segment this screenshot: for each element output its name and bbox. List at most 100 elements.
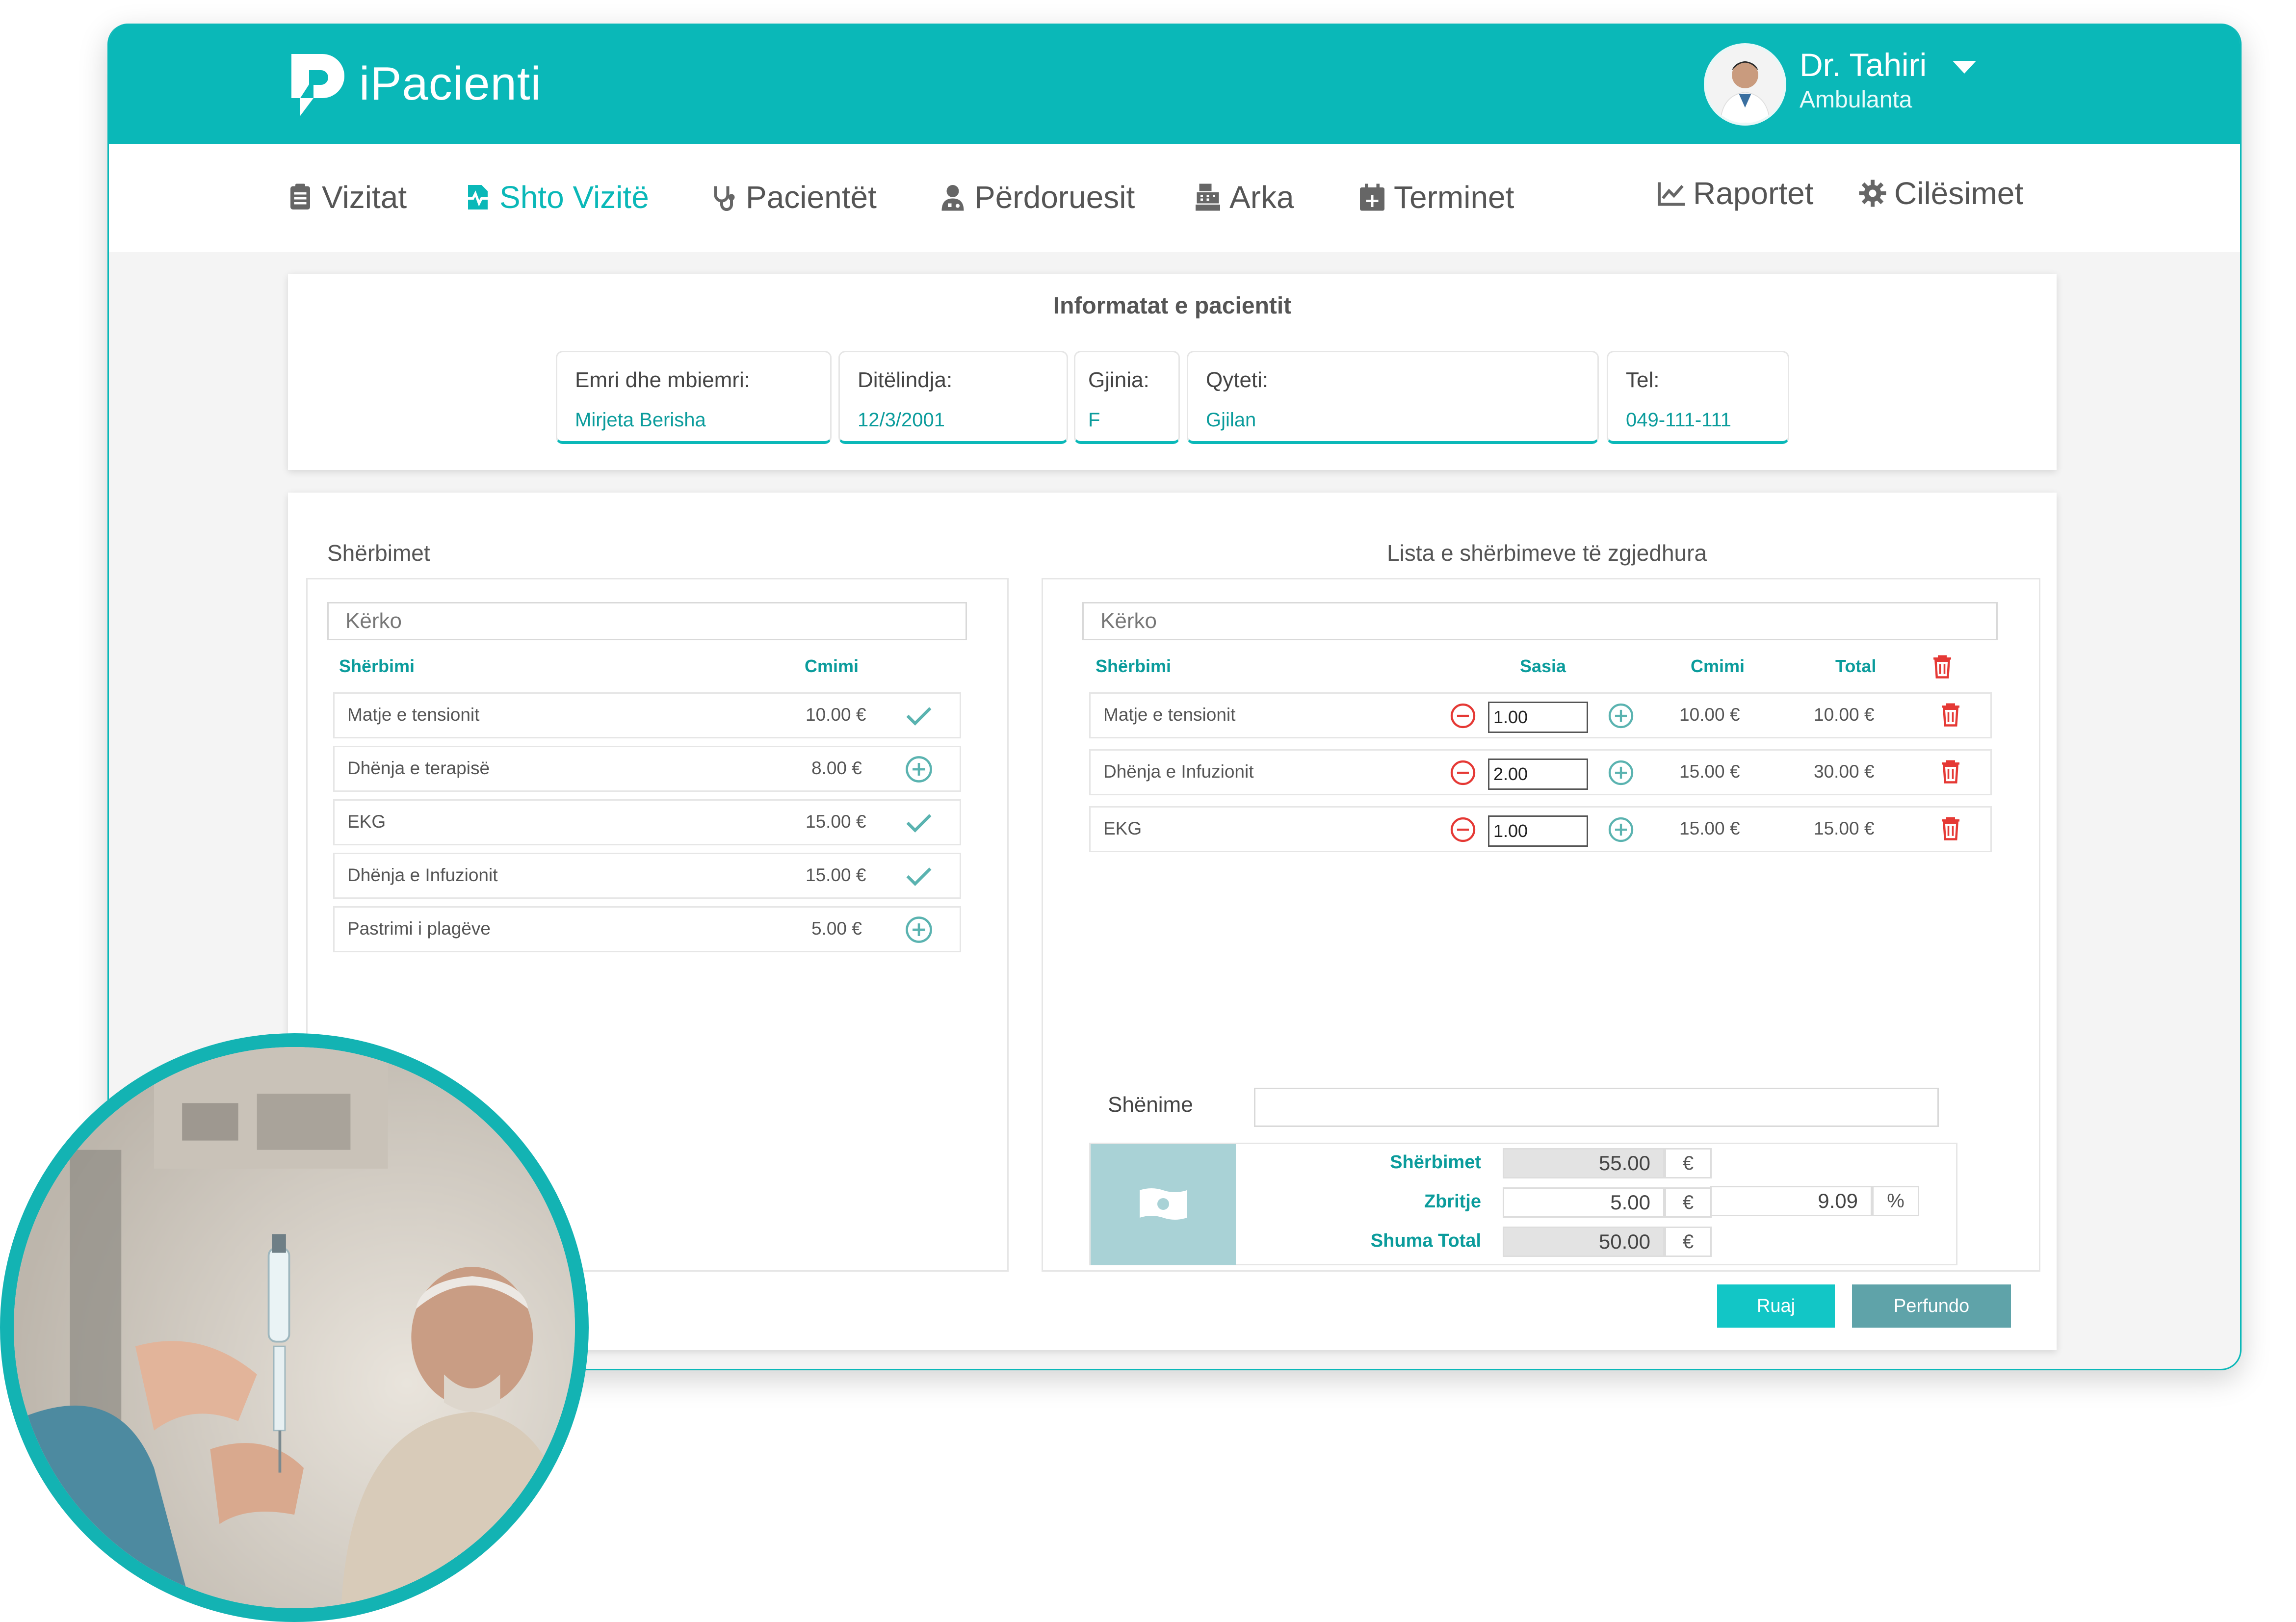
- notes-input[interactable]: [1254, 1088, 1939, 1127]
- col-price: Cmimi: [1691, 656, 1745, 676]
- check-icon[interactable]: [904, 808, 934, 838]
- services-title: Shërbimet: [327, 540, 430, 566]
- service-name: Matje e tensionit: [347, 705, 480, 725]
- check-icon[interactable]: [904, 701, 934, 731]
- patient-info-card: Informatat e pacientit Emri dhe mbiemri:…: [288, 274, 2057, 470]
- check-icon[interactable]: [904, 861, 934, 891]
- injection-scene-image: [14, 1047, 575, 1608]
- field-label: Gjinia:: [1088, 368, 1149, 392]
- gear-icon: [1859, 180, 1886, 207]
- nav-raportet[interactable]: Raportet: [1657, 169, 1813, 218]
- avatar[interactable]: [1704, 43, 1786, 126]
- delete-all-icon[interactable]: [1929, 652, 1956, 680]
- nav-label: Përdoruesit: [974, 180, 1135, 215]
- nav-vizitat[interactable]: Vizitat: [286, 173, 407, 222]
- service-row[interactable]: Dhënja e Infuzionit 15.00 €: [333, 853, 961, 899]
- col-service: Shërbimi: [339, 656, 415, 676]
- summary-discount-label: Zbritje: [1424, 1191, 1481, 1212]
- add-circle-icon[interactable]: [1607, 702, 1635, 730]
- nav-arka[interactable]: Arka: [1193, 173, 1294, 222]
- doctor-avatar-icon: [1706, 46, 1784, 123]
- service-row[interactable]: EKG 15.00 €: [333, 799, 961, 845]
- service-row[interactable]: Dhënja e terapisë 8.00 €: [333, 746, 961, 792]
- field-value: Mirjeta Berisha: [575, 409, 706, 431]
- summary-services-value: 55.00: [1503, 1148, 1665, 1178]
- field-label: Emri dhe mbiemri:: [575, 368, 750, 392]
- service-name: Pastrimi i plagëve: [347, 918, 491, 939]
- top-bar: iPacienti Dr. Tahiri Ambulanta: [109, 24, 2240, 144]
- discount-amount-input[interactable]: 5.00: [1503, 1187, 1665, 1218]
- col-qty: Sasia: [1520, 656, 1566, 676]
- nav-perdoruesit[interactable]: Përdoruesit: [938, 173, 1135, 222]
- quantity-input[interactable]: 1.00: [1488, 815, 1588, 847]
- heartbeat-file-icon: [466, 185, 490, 209]
- finish-button[interactable]: Perfundo: [1852, 1284, 2011, 1328]
- service-total: 10.00 €: [1814, 705, 1875, 725]
- nav-label: Shto Vizitë: [499, 180, 649, 215]
- patient-gender-field[interactable]: Gjinia: F: [1074, 351, 1180, 444]
- nav-terminet[interactable]: Terminet: [1357, 173, 1514, 222]
- chevron-down-icon[interactable]: [1953, 61, 1976, 74]
- field-value: F: [1088, 409, 1100, 431]
- add-circle-icon[interactable]: [1607, 759, 1635, 787]
- patient-name-field[interactable]: Emri dhe mbiemri: Mirjeta Berisha: [556, 351, 832, 444]
- col-service: Shërbimi: [1096, 656, 1172, 676]
- user-doctor-icon: [941, 185, 964, 211]
- add-circle-icon[interactable]: [1607, 815, 1635, 844]
- minus-circle-icon[interactable]: [1449, 759, 1477, 787]
- service-total: 30.00 €: [1814, 761, 1875, 782]
- field-label: Tel:: [1626, 368, 1660, 392]
- discount-amount-unit: €: [1665, 1187, 1712, 1218]
- user-name[interactable]: Dr. Tahiri: [1800, 46, 1927, 83]
- service-price: 15.00 €: [1679, 818, 1740, 838]
- patient-city-field[interactable]: Qyteti: Gjilan: [1187, 351, 1599, 444]
- service-name: EKG: [1103, 818, 1142, 838]
- nav-shto-vizite[interactable]: Shto Vizitë: [463, 173, 649, 222]
- patient-birthdate-field[interactable]: Ditëlindja: 12/3/2001: [838, 351, 1068, 444]
- selected-services-title: Lista e shërbimeve të zgjedhura: [1387, 540, 1707, 566]
- nav-label: Arka: [1229, 180, 1294, 215]
- nav-label: Cilësimet: [1894, 176, 2024, 211]
- selected-row: Dhënja e Infuzionit 2.00 15.00 € 30.00 €: [1089, 749, 1992, 795]
- service-row[interactable]: Matje e tensionit 10.00 €: [333, 692, 961, 738]
- cash-register-icon: [1196, 183, 1220, 211]
- selected-search-input[interactable]: Kërko: [1082, 602, 1998, 640]
- ipacienti-logo[interactable]: [284, 48, 358, 122]
- save-button[interactable]: Ruaj: [1717, 1284, 1835, 1328]
- nav-label: Pacientët: [746, 180, 877, 215]
- trash-icon[interactable]: [1937, 813, 1964, 843]
- field-value: Gjilan: [1206, 409, 1256, 431]
- nav-cilesimet[interactable]: Cilësimet: [1858, 169, 2023, 218]
- field-value: 12/3/2001: [858, 409, 945, 431]
- patient-phone-field[interactable]: Tel: 049-111-111: [1607, 351, 1789, 444]
- quantity-input[interactable]: 2.00: [1488, 759, 1588, 790]
- nurse-patient-photo: [0, 1033, 589, 1622]
- discount-percent-input[interactable]: 9.09: [1710, 1186, 1872, 1216]
- service-name: Dhënja e Infuzionit: [347, 865, 498, 885]
- service-price: 15.00 €: [806, 811, 866, 832]
- add-circle-icon[interactable]: [904, 754, 934, 785]
- service-price: 5.00 €: [811, 918, 862, 939]
- service-name: Dhënja e Infuzionit: [1103, 761, 1254, 782]
- services-search-input[interactable]: Kërko: [327, 602, 967, 640]
- trash-icon[interactable]: [1937, 700, 1964, 729]
- service-price: 15.00 €: [806, 865, 866, 885]
- minus-circle-icon[interactable]: [1449, 815, 1477, 844]
- summary-services-unit: €: [1665, 1148, 1712, 1178]
- service-row[interactable]: Pastrimi i plagëve 5.00 €: [333, 906, 961, 952]
- discount-percent-unit: %: [1872, 1186, 1919, 1216]
- money-bill-icon: [1140, 1188, 1187, 1220]
- quantity-input[interactable]: 1.00: [1488, 702, 1588, 733]
- patient-info-title: Informatat e pacientit: [1053, 293, 1292, 319]
- nav-pacientet[interactable]: Pacientët: [709, 173, 877, 222]
- service-total: 15.00 €: [1814, 818, 1875, 838]
- nav-label: Vizitat: [322, 180, 407, 215]
- service-name: Matje e tensionit: [1103, 705, 1236, 725]
- field-label: Qyteti:: [1206, 368, 1269, 392]
- brand-name: iPacienti: [359, 57, 542, 110]
- trash-icon[interactable]: [1937, 757, 1964, 786]
- add-circle-icon[interactable]: [904, 915, 934, 945]
- service-price: 8.00 €: [811, 758, 862, 778]
- minus-circle-icon[interactable]: [1449, 702, 1477, 730]
- selected-row: Matje e tensionit 1.00 10.00 € 10.00 €: [1089, 692, 1992, 738]
